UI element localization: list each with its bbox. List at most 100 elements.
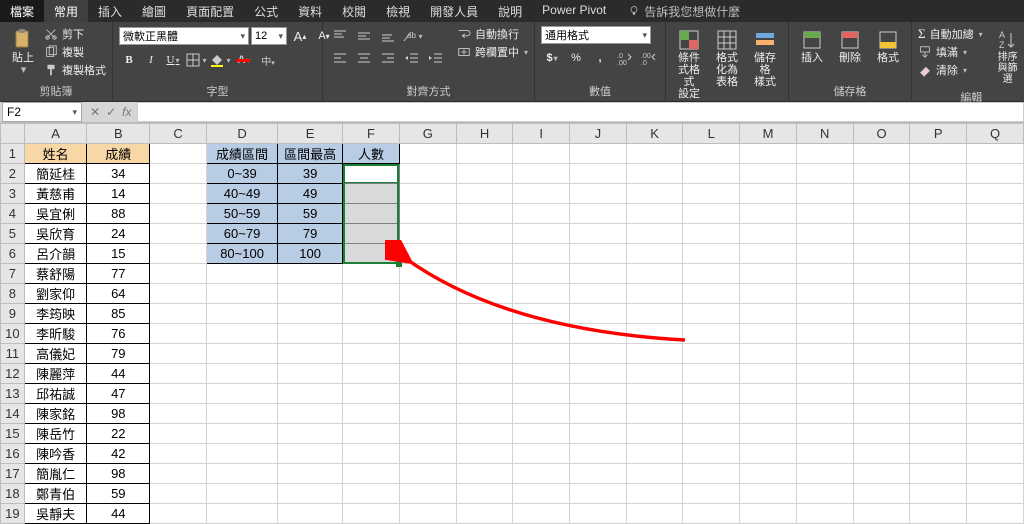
cell-L4[interactable] [683, 204, 740, 224]
cell-H17[interactable] [456, 464, 513, 484]
cell-styles-button[interactable]: 儲存格 樣式 [748, 26, 782, 90]
row-header-14[interactable]: 14 [1, 404, 25, 424]
cell-M15[interactable] [740, 424, 797, 444]
cell-B8[interactable]: 64 [87, 284, 150, 304]
cell-B11[interactable]: 79 [87, 344, 150, 364]
cell-E16[interactable] [278, 444, 343, 464]
cell-Q3[interactable] [967, 184, 1024, 204]
cell-P16[interactable] [910, 444, 967, 464]
cell-C1[interactable] [150, 144, 207, 164]
cell-J19[interactable] [570, 504, 627, 524]
cell-H4[interactable] [456, 204, 513, 224]
spreadsheet-grid[interactable]: ABCDEFGHIJKLMNOPQ1姓名成績成績區間區間最高人數2簡延桂340~… [0, 123, 1024, 524]
cell-O18[interactable] [853, 484, 910, 504]
row-header-2[interactable]: 2 [1, 164, 25, 184]
cell-N9[interactable] [796, 304, 853, 324]
cell-E2[interactable]: 39 [278, 164, 343, 184]
cell-N8[interactable] [796, 284, 853, 304]
cell-D5[interactable]: 60~79 [206, 224, 277, 244]
cell-Q2[interactable] [967, 164, 1024, 184]
cell-M10[interactable] [740, 324, 797, 344]
cell-O19[interactable] [853, 504, 910, 524]
cell-I1[interactable] [513, 144, 570, 164]
col-header-Q[interactable]: Q [967, 124, 1024, 144]
cell-D6[interactable]: 80~100 [206, 244, 277, 264]
cell-K16[interactable] [626, 444, 683, 464]
orientation-button[interactable]: ab▾ [401, 26, 423, 46]
cell-E3[interactable]: 49 [278, 184, 343, 204]
cell-H3[interactable] [456, 184, 513, 204]
cell-C18[interactable] [150, 484, 207, 504]
cell-K9[interactable] [626, 304, 683, 324]
row-header-12[interactable]: 12 [1, 364, 25, 384]
cell-P5[interactable] [910, 224, 967, 244]
cell-I9[interactable] [513, 304, 570, 324]
cell-P11[interactable] [910, 344, 967, 364]
cell-G7[interactable] [399, 264, 456, 284]
cell-A13[interactable]: 邱祐誠 [24, 384, 87, 404]
cell-O10[interactable] [853, 324, 910, 344]
cell-D15[interactable] [206, 424, 277, 444]
cell-M12[interactable] [740, 364, 797, 384]
increase-indent-button[interactable] [425, 48, 447, 68]
font-color-button[interactable]: A ▾ [233, 50, 255, 70]
row-header-10[interactable]: 10 [1, 324, 25, 344]
align-top-button[interactable] [329, 26, 351, 46]
cell-C13[interactable] [150, 384, 207, 404]
row-header-8[interactable]: 8 [1, 284, 25, 304]
cell-G14[interactable] [399, 404, 456, 424]
cell-E18[interactable] [278, 484, 343, 504]
cell-B13[interactable]: 47 [87, 384, 150, 404]
cell-P2[interactable] [910, 164, 967, 184]
cancel-formula-icon[interactable]: ✕ [90, 105, 100, 119]
clear-button[interactable]: 清除▾ [918, 62, 983, 78]
cell-Q18[interactable] [967, 484, 1024, 504]
cell-F3[interactable] [343, 184, 400, 204]
cell-P18[interactable] [910, 484, 967, 504]
row-header-5[interactable]: 5 [1, 224, 25, 244]
tab-draw[interactable]: 繪圖 [132, 0, 176, 22]
cell-D11[interactable] [206, 344, 277, 364]
cell-J2[interactable] [570, 164, 627, 184]
cell-M17[interactable] [740, 464, 797, 484]
tab-review[interactable]: 校閱 [332, 0, 376, 22]
cell-N16[interactable] [796, 444, 853, 464]
cell-F16[interactable] [343, 444, 400, 464]
cell-I11[interactable] [513, 344, 570, 364]
cell-H8[interactable] [456, 284, 513, 304]
cell-G6[interactable] [399, 244, 456, 264]
cell-O14[interactable] [853, 404, 910, 424]
font-size-combo[interactable]: 12▾ [251, 27, 287, 45]
italic-button[interactable]: I [141, 51, 161, 69]
cell-A19[interactable]: 吳靜夫 [24, 504, 87, 524]
cell-A10[interactable]: 李昕駿 [24, 324, 87, 344]
copy-button[interactable]: 複製 [44, 44, 106, 60]
cell-H9[interactable] [456, 304, 513, 324]
cell-Q9[interactable] [967, 304, 1024, 324]
fx-icon[interactable]: fx [122, 105, 131, 119]
cell-H18[interactable] [456, 484, 513, 504]
cell-F9[interactable] [343, 304, 400, 324]
cell-G4[interactable] [399, 204, 456, 224]
cell-I7[interactable] [513, 264, 570, 284]
cell-C10[interactable] [150, 324, 207, 344]
cell-L3[interactable] [683, 184, 740, 204]
tab-developer[interactable]: 開發人員 [420, 0, 488, 22]
cell-D4[interactable]: 50~59 [206, 204, 277, 224]
cell-L11[interactable] [683, 344, 740, 364]
cell-E17[interactable] [278, 464, 343, 484]
cell-B2[interactable]: 34 [87, 164, 150, 184]
underline-button[interactable]: U▾ [163, 51, 183, 69]
cell-E12[interactable] [278, 364, 343, 384]
cell-L1[interactable] [683, 144, 740, 164]
cell-N12[interactable] [796, 364, 853, 384]
cell-G18[interactable] [399, 484, 456, 504]
cell-F2[interactable] [343, 164, 400, 184]
cell-O4[interactable] [853, 204, 910, 224]
cell-F12[interactable] [343, 364, 400, 384]
cell-H13[interactable] [456, 384, 513, 404]
cell-J6[interactable] [570, 244, 627, 264]
cell-P4[interactable] [910, 204, 967, 224]
cell-E5[interactable]: 79 [278, 224, 343, 244]
cell-J5[interactable] [570, 224, 627, 244]
